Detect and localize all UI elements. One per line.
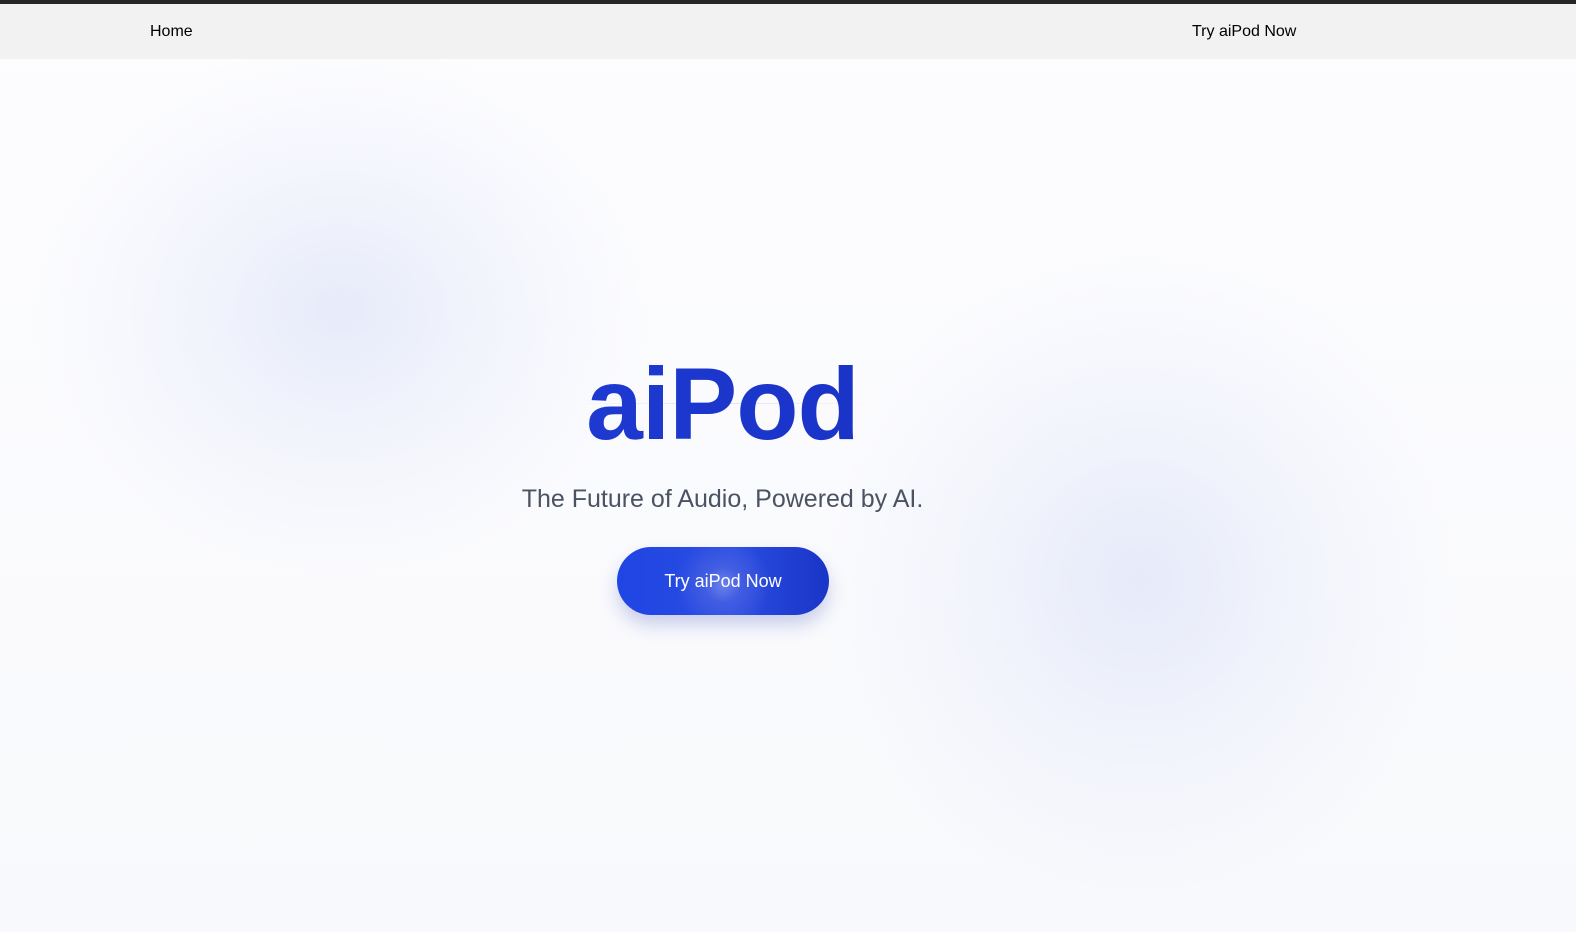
hero-title: aiPod xyxy=(0,352,1445,456)
nav-try-aipod-link[interactable]: Try aiPod Now xyxy=(1192,22,1296,41)
hero-subtitle: The Future of Audio, Powered by AI. xyxy=(521,485,924,513)
hero-section: aiPod The Future of Audio, Powered by AI… xyxy=(0,0,1576,932)
nav-home-link[interactable]: Home xyxy=(150,22,193,41)
top-navbar: Home Try aiPod Now xyxy=(0,4,1576,59)
try-aipod-button[interactable]: Try aiPod Now xyxy=(617,547,829,615)
top-border xyxy=(0,0,1576,4)
